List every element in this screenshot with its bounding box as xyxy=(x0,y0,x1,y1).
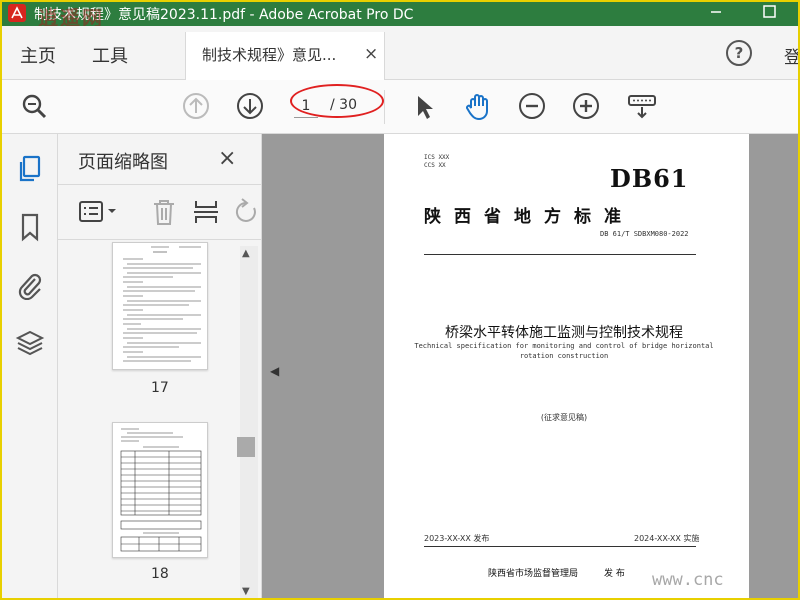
ccs-code: CCS XX xyxy=(424,162,446,169)
scrollbar-thumb[interactable] xyxy=(237,437,255,457)
thumbnail-panel-title: 页面缩略图 xyxy=(78,152,168,173)
minimize-button[interactable] xyxy=(706,2,726,22)
issue-word: 发 布 xyxy=(604,569,625,579)
watermark-bottom: www.cnc xyxy=(652,570,724,590)
hand-tool-icon[interactable] xyxy=(462,90,494,122)
toolbar-divider xyxy=(384,90,385,124)
zoom-out-icon[interactable] xyxy=(516,90,548,122)
menu-home[interactable]: 主页 xyxy=(20,42,56,68)
attachment-icon[interactable] xyxy=(15,270,45,301)
ics-code: ICS XXX xyxy=(424,154,450,161)
delete-page-icon[interactable] xyxy=(150,197,178,227)
document-tab[interactable]: 制技术规程》意见... × xyxy=(185,32,385,80)
rotate-page-icon[interactable] xyxy=(232,197,260,227)
help-icon[interactable]: ? xyxy=(726,40,752,66)
scroll-up-icon[interactable]: ▲ xyxy=(242,248,250,259)
thumbnail-page-17[interactable] xyxy=(112,242,208,370)
thumbnail-toolbar xyxy=(58,184,262,240)
red-circle-annotation xyxy=(290,84,384,118)
menu-tools[interactable]: 工具 xyxy=(92,42,128,68)
extract-page-icon[interactable] xyxy=(192,197,220,227)
zoom-in-icon[interactable] xyxy=(570,90,602,122)
header-divider xyxy=(424,254,696,255)
thumbnail-options-icon[interactable] xyxy=(78,199,118,225)
scroll-down-icon[interactable]: ▼ xyxy=(242,586,250,597)
thumbnail-panel: 页面缩略图 × 17 18 xyxy=(58,134,262,600)
menu-bar: 主页 工具 制技术规程》意见... × ? 登 xyxy=(0,26,800,80)
document-title-en-line2: rotation construction xyxy=(519,352,609,360)
collapse-panel-icon[interactable]: ◀ xyxy=(270,364,279,378)
maximize-button[interactable] xyxy=(762,4,778,20)
thumbnail-label-18: 18 xyxy=(151,566,169,582)
issue-date: 2023-XX-XX 发布 xyxy=(424,534,490,543)
document-title-cn: 桥梁水平转体施工监测与控制技术规程 xyxy=(445,325,683,341)
login-link[interactable]: 登 xyxy=(784,43,800,68)
document-tab-label: 制技术规程》意见... xyxy=(202,46,337,64)
keyboard-select-icon[interactable] xyxy=(626,90,658,122)
standard-code-logo: DB61 xyxy=(610,164,689,193)
bookmark-icon[interactable] xyxy=(15,212,45,242)
toolbar: 1 / 30 xyxy=(0,80,800,134)
thumbnail-scrollbar[interactable] xyxy=(240,246,258,600)
title-bar: 制技术规程》意见稿2023.11.pdf - Adobe Acrobat Pro… xyxy=(0,0,800,26)
previous-page-icon[interactable] xyxy=(180,90,212,122)
standard-number: DB 61/T SDBXM080-2022 xyxy=(600,230,689,238)
page-thumbnails-icon[interactable] xyxy=(15,154,45,184)
left-navigation-rail xyxy=(0,134,58,600)
pdf-page: ICS XXX CCS XX DB61 陕西省地方标准 DB 61/T SDBX… xyxy=(384,134,749,600)
effective-date: 2024-XX-XX 实施 xyxy=(634,534,700,543)
province-standard-heading: 陕西省地方标准 xyxy=(424,207,634,227)
issuing-organization: 陕西省市场监督管理局 xyxy=(488,569,579,579)
next-page-icon[interactable] xyxy=(234,90,266,122)
layers-icon[interactable] xyxy=(15,328,45,358)
select-cursor-icon[interactable] xyxy=(408,90,440,122)
acrobat-logo-icon xyxy=(8,4,26,22)
thumbnail-page-18[interactable] xyxy=(112,422,208,558)
document-title-en-line1: Technical specification for monitoring a… xyxy=(414,342,714,350)
draft-note: (征求意见稿) xyxy=(540,413,588,422)
zoom-search-icon[interactable] xyxy=(18,90,50,122)
thumbnail-label-17: 17 xyxy=(151,380,169,396)
document-tab-close-icon[interactable]: × xyxy=(364,44,378,64)
footer-divider xyxy=(424,546,696,547)
thumbnail-panel-close-icon[interactable]: × xyxy=(218,146,236,171)
